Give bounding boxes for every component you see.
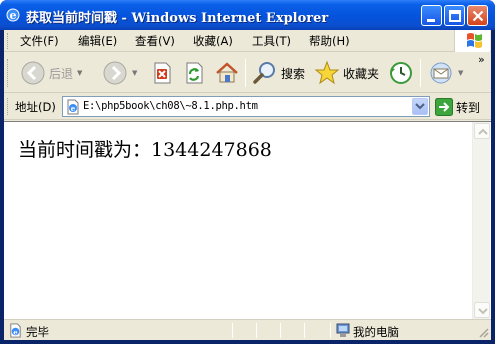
scroll-down-button[interactable] <box>474 302 490 318</box>
stop-icon <box>154 62 171 84</box>
maximize-icon <box>449 10 461 22</box>
menu-tools[interactable]: 工具(T) <box>252 33 291 49</box>
forward-arrow-icon <box>103 61 127 85</box>
status-divider <box>232 323 233 338</box>
status-divider <box>330 323 331 338</box>
status-divider <box>304 323 305 338</box>
favorites-button[interactable]: 收藏夹 <box>314 57 379 89</box>
minimize-button[interactable] <box>421 5 442 26</box>
computer-icon <box>336 323 350 337</box>
security-zone: 我的电脑 <box>353 325 399 339</box>
address-bar: 地址(D) e E:\php5book\ch08\~8.1.php.htm 转到 <box>4 94 491 120</box>
scroll-up-icon <box>478 128 488 135</box>
back-arrow-icon <box>21 61 45 85</box>
forward-dropdown-icon[interactable]: ▼ <box>132 69 137 77</box>
status-text: 完毕 <box>26 325 49 339</box>
ie-icon: e <box>6 8 20 22</box>
menu-grip[interactable] <box>7 33 10 49</box>
close-button[interactable] <box>467 5 488 26</box>
menu-bar: 文件(F) 编辑(E) 查看(V) 收藏(A) 工具(T) 帮助(H) <box>4 30 491 52</box>
address-url: E:\php5book\ch08\~8.1.php.htm <box>83 100 258 112</box>
address-label: 地址(D) <box>15 100 56 114</box>
resize-grip-icon[interactable] <box>477 326 489 338</box>
favorites-star-icon <box>314 60 340 85</box>
maximize-button[interactable] <box>444 5 465 26</box>
search-label: 搜索 <box>281 66 306 81</box>
page-content: 当前时间戳为：1344247868 <box>4 121 491 319</box>
go-label: 转到 <box>456 100 481 115</box>
client-area: 文件(F) 编辑(E) 查看(V) 收藏(A) 工具(T) 帮助(H) 后退 ▼… <box>4 30 491 340</box>
menu-favorites[interactable]: 收藏(A) <box>193 33 233 49</box>
back-dropdown-icon[interactable]: ▼ <box>77 69 82 77</box>
menu-help[interactable]: 帮助(H) <box>309 33 350 49</box>
title-bar[interactable]: e 获取当前时间戳 - Windows Internet Explorer <box>0 0 495 30</box>
home-button[interactable] <box>214 57 240 89</box>
status-bar: e 完毕 我的电脑 <box>4 319 491 340</box>
page-icon: e <box>67 99 79 115</box>
toolbar-separator <box>245 59 246 87</box>
toolbar-grip[interactable] <box>7 59 10 87</box>
history-button[interactable] <box>388 57 414 89</box>
svg-text:e: e <box>13 328 17 336</box>
mail-dropdown-icon[interactable]: ▼ <box>458 69 463 77</box>
stop-button[interactable] <box>150 57 174 89</box>
go-button[interactable]: 转到 <box>435 97 480 117</box>
back-button[interactable]: 后退 ▼ <box>20 57 82 89</box>
windows-flag-icon <box>467 33 482 48</box>
page-done-icon: e <box>10 323 21 338</box>
svg-text:e: e <box>71 104 76 113</box>
search-icon <box>253 62 275 84</box>
home-icon <box>216 62 238 83</box>
close-icon <box>472 10 484 22</box>
windows-logo <box>454 30 490 52</box>
refresh-button[interactable] <box>182 57 206 89</box>
address-input[interactable]: e E:\php5book\ch08\~8.1.php.htm <box>62 96 430 117</box>
standard-toolbar: 后退 ▼ ▼ 搜索 收藏夹 ▼ » <box>4 53 491 93</box>
scroll-up-button[interactable] <box>474 123 490 139</box>
back-label: 后退 <box>49 66 74 81</box>
status-divider <box>280 323 281 338</box>
address-grip[interactable] <box>7 98 10 115</box>
vertical-scrollbar[interactable] <box>472 122 490 319</box>
menu-edit[interactable]: 编辑(E) <box>78 33 117 49</box>
window-title: 获取当前时间戳 - Windows Internet Explorer <box>26 11 329 26</box>
favorites-label: 收藏夹 <box>343 66 380 81</box>
address-dropdown-button[interactable] <box>412 98 428 115</box>
chevron-down-icon <box>415 103 425 110</box>
toolbar-separator <box>420 59 421 87</box>
search-button[interactable]: 搜索 <box>252 57 305 89</box>
scroll-down-icon <box>478 308 488 315</box>
browser-window: e 获取当前时间戳 - Windows Internet Explorer 文件… <box>0 0 495 344</box>
mail-button[interactable]: ▼ <box>428 57 463 89</box>
go-arrow-icon <box>435 98 453 116</box>
toolbar-chevron-icon[interactable]: » <box>478 53 485 66</box>
svg-text:e: e <box>10 9 17 22</box>
timestamp-text: 当前时间戳为：1344247868 <box>18 139 272 161</box>
mail-icon <box>430 62 452 84</box>
menu-view[interactable]: 查看(V) <box>135 33 175 49</box>
refresh-icon <box>186 62 203 84</box>
minimize-icon <box>427 19 435 22</box>
forward-button[interactable]: ▼ <box>102 57 137 89</box>
menu-file[interactable]: 文件(F) <box>20 33 59 49</box>
history-icon <box>390 62 412 84</box>
status-divider <box>256 323 257 338</box>
